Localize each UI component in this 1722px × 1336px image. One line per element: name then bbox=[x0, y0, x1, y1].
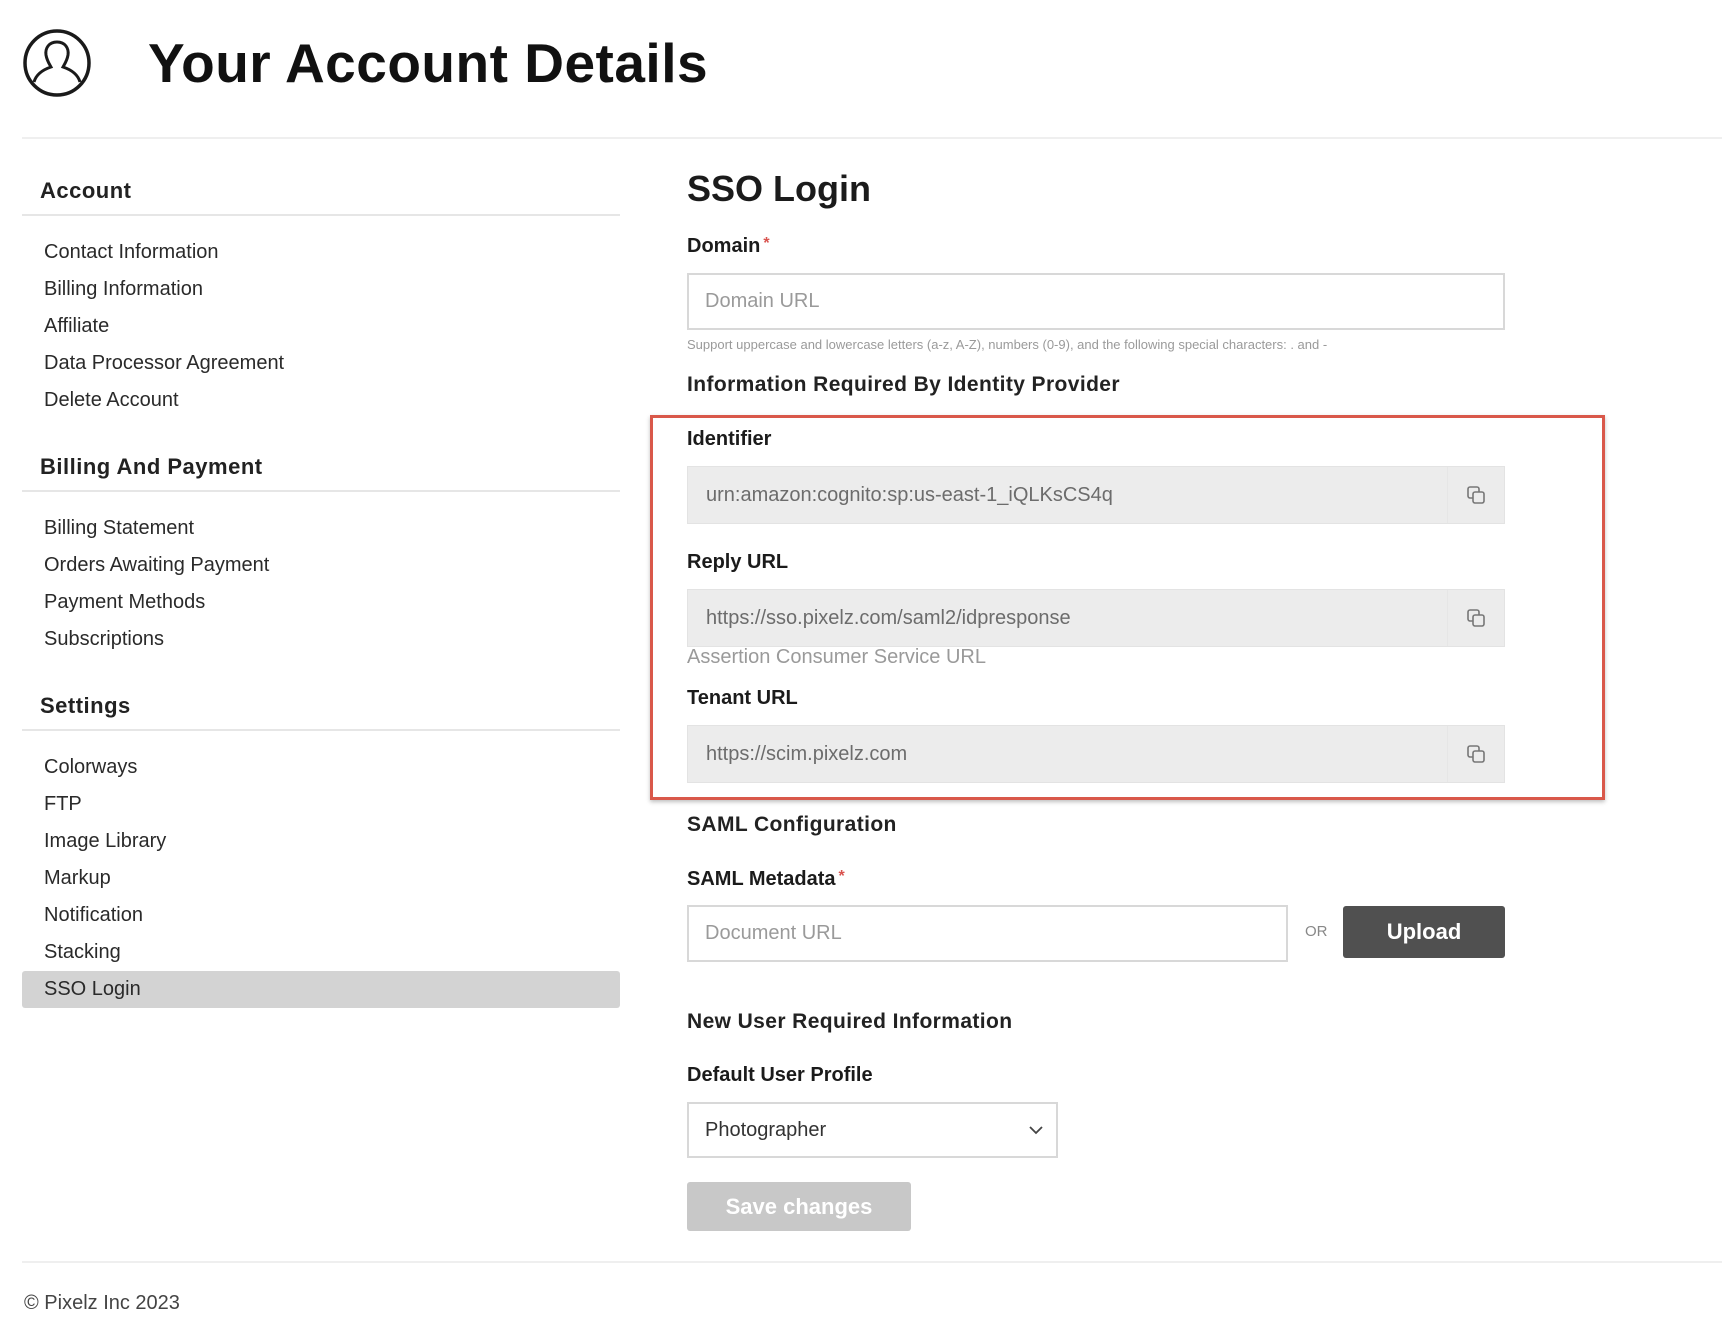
sidebar-divider bbox=[22, 490, 620, 492]
sidebar-item-ftp[interactable]: FTP bbox=[22, 786, 620, 823]
sidebar-section-account: Account Contact Information Billing Info… bbox=[22, 168, 620, 419]
sidebar-divider bbox=[22, 214, 620, 216]
form-title: SSO Login bbox=[687, 168, 871, 209]
sidebar-section-title: Billing And Payment bbox=[40, 454, 263, 479]
sidebar-section-billing: Billing And Payment Billing Statement Or… bbox=[22, 444, 620, 658]
sidebar-section-title: Account bbox=[40, 178, 132, 203]
sidebar-item-billing-information[interactable]: Billing Information bbox=[22, 271, 620, 308]
default-profile-label: Default User Profile bbox=[687, 1064, 873, 1086]
sidebar-item-orders-awaiting-payment[interactable]: Orders Awaiting Payment bbox=[22, 547, 620, 584]
domain-help-text: Support uppercase and lowercase letters … bbox=[687, 337, 1328, 352]
sidebar-item-delete-account[interactable]: Delete Account bbox=[22, 382, 620, 419]
sidebar-item-data-processor-agreement[interactable]: Data Processor Agreement bbox=[22, 345, 620, 382]
sidebar-item-notification[interactable]: Notification bbox=[22, 897, 620, 934]
page-header: Your Account Details bbox=[22, 28, 708, 98]
default-profile-value: Photographer bbox=[705, 1118, 827, 1141]
save-changes-button[interactable]: Save changes bbox=[687, 1182, 911, 1231]
sidebar-item-image-library[interactable]: Image Library bbox=[22, 823, 620, 860]
saml-metadata-label: SAML Metadata * bbox=[687, 868, 845, 891]
footer-divider bbox=[22, 1261, 1722, 1263]
document-url-input[interactable]: Document URL bbox=[687, 905, 1288, 962]
required-mark: * bbox=[838, 868, 845, 885]
default-profile-select[interactable]: Photographer bbox=[687, 1102, 1058, 1158]
new-user-section-title: New User Required Information bbox=[687, 1010, 1013, 1033]
sidebar-section-settings: Settings Colorways FTP Image Library Mar… bbox=[22, 683, 620, 1008]
idp-section-title: Information Required By Identity Provide… bbox=[687, 373, 1120, 396]
upload-button[interactable]: Upload bbox=[1343, 906, 1505, 958]
chevron-down-icon bbox=[1029, 1126, 1043, 1135]
sidebar-section-title: Settings bbox=[40, 693, 131, 718]
sidebar-item-billing-statement[interactable]: Billing Statement bbox=[22, 510, 620, 547]
sidebar-item-sso-login[interactable]: SSO Login bbox=[22, 971, 620, 1008]
footer-copyright: © Pixelz Inc 2023 bbox=[24, 1292, 180, 1314]
domain-label: Domain * bbox=[687, 235, 770, 258]
sidebar-item-stacking[interactable]: Stacking bbox=[22, 934, 620, 971]
page-title: Your Account Details bbox=[148, 32, 709, 94]
highlight-annotation-box bbox=[650, 415, 1605, 800]
user-circle-icon bbox=[23, 29, 91, 97]
saml-section-title: SAML Configuration bbox=[687, 813, 897, 836]
header-divider bbox=[22, 137, 1722, 139]
domain-label-text: Domain bbox=[687, 235, 761, 257]
sidebar: Account Contact Information Billing Info… bbox=[22, 168, 620, 1033]
or-separator: OR bbox=[1305, 923, 1328, 940]
sidebar-item-affiliate[interactable]: Affiliate bbox=[22, 308, 620, 345]
sidebar-item-colorways[interactable]: Colorways bbox=[22, 749, 620, 786]
sidebar-divider bbox=[22, 729, 620, 731]
saml-metadata-label-text: SAML Metadata bbox=[687, 868, 836, 890]
sidebar-item-subscriptions[interactable]: Subscriptions bbox=[22, 621, 620, 658]
sidebar-item-contact-information[interactable]: Contact Information bbox=[22, 234, 620, 271]
domain-input[interactable]: Domain URL bbox=[687, 273, 1505, 330]
sidebar-item-payment-methods[interactable]: Payment Methods bbox=[22, 584, 620, 621]
sidebar-item-markup[interactable]: Markup bbox=[22, 860, 620, 897]
required-mark: * bbox=[763, 235, 770, 252]
